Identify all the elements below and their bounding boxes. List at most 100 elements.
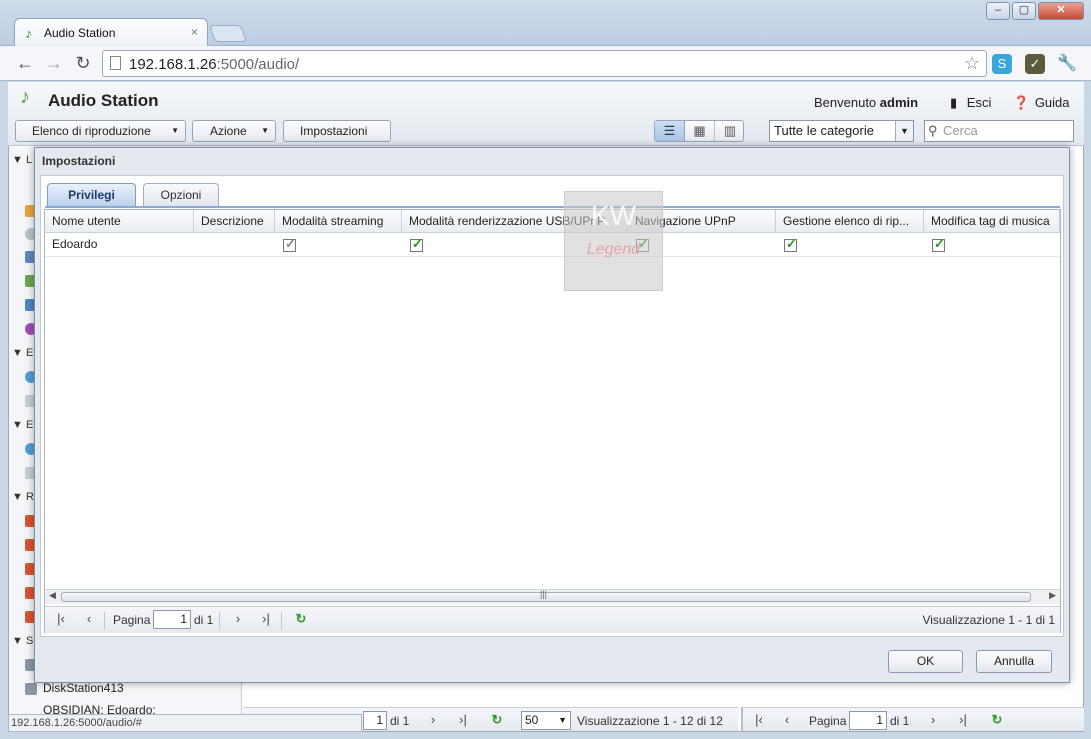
sidebar-section-label: L bbox=[25, 154, 33, 166]
cancel-button[interactable]: Annulla bbox=[976, 650, 1052, 673]
wrench-icon[interactable]: 🔧 bbox=[1057, 54, 1077, 74]
ok-button[interactable]: OK bbox=[888, 650, 963, 673]
sidebar-item-obsidian[interactable]: OBSIDIAN: Edoardo: bbox=[43, 703, 156, 714]
prev-page-icon[interactable]: ‹ bbox=[779, 712, 795, 727]
refresh-icon[interactable]: ↻ bbox=[989, 712, 1005, 728]
prev-page-icon[interactable]: ‹ bbox=[81, 611, 97, 626]
sidebar-section-radio[interactable]: ▼ R bbox=[12, 491, 34, 503]
help-link[interactable]: ❓ Guida bbox=[1013, 95, 1070, 111]
per-page-select[interactable]: 50 ▼ bbox=[521, 711, 571, 730]
scrollbar-thumb[interactable]: ||| bbox=[61, 589, 1031, 602]
next-page-icon[interactable]: › bbox=[230, 611, 246, 626]
page-input[interactable]: 1 bbox=[153, 610, 191, 629]
page-of-text: di 1 bbox=[390, 714, 410, 728]
audio-station-logo-icon: ♪ bbox=[20, 86, 30, 108]
page-input[interactable]: 1 bbox=[363, 711, 387, 730]
category-select[interactable]: Tutte le categorie ▼ bbox=[769, 120, 914, 142]
address-url: 192.168.1.26:5000/audio/ bbox=[129, 56, 299, 73]
close-tab-icon[interactable]: × bbox=[191, 25, 198, 39]
last-page-icon[interactable]: ›| bbox=[258, 611, 274, 626]
cover-flow-icon[interactable]: ▥ bbox=[715, 121, 745, 141]
next-page-icon[interactable]: › bbox=[425, 712, 441, 727]
forward-icon[interactable]: → bbox=[43, 52, 65, 74]
scroll-right-icon[interactable]: ▶ bbox=[1049, 590, 1056, 601]
sidebar-section-e1[interactable]: ▼ E bbox=[12, 347, 33, 359]
sidebar-section-library[interactable]: ▼ L bbox=[12, 154, 32, 166]
column-header-description[interactable]: Descrizione bbox=[194, 210, 275, 233]
logout-link[interactable]: ▮ Esci bbox=[950, 95, 991, 111]
queue-pager: |‹ ‹ Pagina 1 di 1 › ›| ↻ bbox=[741, 707, 1084, 731]
music-note-icon: ♪ bbox=[25, 25, 32, 41]
column-header-streaming[interactable]: Modalità streaming bbox=[275, 210, 402, 233]
search-placeholder: Cerca bbox=[943, 123, 978, 138]
next-page-icon[interactable]: › bbox=[925, 712, 941, 727]
maximize-button[interactable]: ▢ bbox=[1012, 2, 1036, 20]
reload-icon[interactable]: ↻ bbox=[72, 52, 94, 74]
sidebar-section-e2[interactable]: ▼ E bbox=[12, 419, 33, 431]
search-input[interactable]: ⚲ Cerca bbox=[924, 120, 1074, 142]
dialog-pager: |‹ ‹ Pagina 1 di 1 › ›| ↻ Visualizzazion… bbox=[45, 606, 1060, 633]
new-tab-button[interactable] bbox=[208, 25, 248, 42]
horizontal-scrollbar[interactable]: ◀ ||| ▶ bbox=[45, 589, 1060, 604]
playlist-dropdown-button[interactable]: Elenco di riproduzione ▼ bbox=[15, 120, 186, 142]
sidebar-section-servers[interactable]: ▼ S bbox=[12, 635, 33, 647]
divider bbox=[104, 612, 105, 629]
dialog-title: Impostazioni bbox=[42, 154, 116, 168]
first-page-icon[interactable]: |‹ bbox=[53, 611, 69, 626]
grid-view-icon[interactable]: ▦ bbox=[685, 121, 715, 141]
extension-icon[interactable]: ✓ bbox=[1025, 54, 1045, 74]
action-dropdown-button[interactable]: Azione ▼ bbox=[192, 120, 276, 142]
column-header-username[interactable]: Nome utente bbox=[45, 210, 194, 233]
sidebar-item-diskstation[interactable]: DiskStation413 bbox=[43, 681, 124, 695]
help-label: Guida bbox=[1034, 95, 1070, 110]
tab-options[interactable]: Opzioni bbox=[143, 183, 219, 206]
chevron-down-icon: ▼ bbox=[558, 715, 567, 725]
back-icon[interactable]: ← bbox=[14, 52, 36, 74]
playlist-management-checkbox[interactable] bbox=[784, 236, 797, 252]
tab-divider bbox=[45, 206, 1060, 208]
logout-icon: ▮ bbox=[950, 95, 958, 110]
chevron-down-icon: ▼ bbox=[261, 126, 269, 135]
playlist-label: Elenco di riproduzione bbox=[32, 124, 151, 138]
welcome-text: Benvenuto admin bbox=[814, 95, 918, 110]
page-of-text: di 1 bbox=[194, 613, 214, 627]
address-bar[interactable]: 192.168.1.26:5000/audio/ ☆ bbox=[102, 50, 987, 77]
page-icon bbox=[110, 56, 121, 70]
search-icon: ⚲ bbox=[928, 123, 938, 138]
streaming-checkbox[interactable] bbox=[283, 236, 296, 252]
list-view-icon[interactable]: ☰ bbox=[655, 121, 685, 141]
usb-upnp-checkbox[interactable] bbox=[410, 236, 423, 252]
watermark-top: KW bbox=[590, 200, 637, 231]
scroll-left-icon[interactable]: ◀ bbox=[49, 590, 56, 601]
bookmark-star-icon[interactable]: ☆ bbox=[964, 53, 980, 74]
browser-status-url: 192.168.1.26:5000/audio/# bbox=[8, 714, 362, 732]
refresh-icon[interactable]: ↻ bbox=[489, 712, 505, 728]
settings-button[interactable]: Impostazioni bbox=[283, 120, 391, 142]
page-input[interactable]: 1 bbox=[849, 711, 887, 730]
skype-extension-icon[interactable]: S bbox=[992, 54, 1012, 74]
first-page-icon[interactable]: |‹ bbox=[751, 712, 767, 727]
divider bbox=[219, 612, 220, 629]
tab-privileges[interactable]: Privilegi bbox=[47, 183, 136, 206]
refresh-icon[interactable]: ↻ bbox=[293, 611, 309, 627]
display-count: Visualizzazione 1 - 1 di 1 bbox=[922, 613, 1055, 627]
column-header-playlist-management[interactable]: Gestione elenco di rip... bbox=[776, 210, 924, 233]
sidebar-section-label: S bbox=[25, 635, 34, 647]
grip-icon: ||| bbox=[540, 589, 548, 599]
category-value: Tutte le categorie bbox=[774, 123, 874, 138]
tag-edit-checkbox[interactable] bbox=[932, 236, 945, 252]
view-switcher: ☰ ▦ ▥ bbox=[654, 120, 744, 142]
watermark-logo: KW Legend bbox=[564, 191, 663, 291]
column-header-tag-edit[interactable]: Modifica tag di musica bbox=[924, 210, 1060, 233]
close-window-button[interactable]: ✕ bbox=[1038, 2, 1084, 20]
settings-dialog: Impostazioni Privilegi Opzioni Nome uten… bbox=[34, 147, 1070, 683]
url-host: 192.168.1.26 bbox=[129, 56, 217, 73]
table-row[interactable]: Edoardo bbox=[45, 233, 1060, 257]
username-cell: Edoardo bbox=[52, 237, 98, 251]
page-label: Pagina bbox=[113, 613, 151, 627]
last-page-icon[interactable]: ›| bbox=[955, 712, 971, 727]
sidebar-section-label: E bbox=[25, 347, 34, 359]
last-page-icon[interactable]: ›| bbox=[455, 712, 471, 727]
browser-tab[interactable]: ♪ Audio Station × bbox=[14, 18, 208, 46]
minimize-button[interactable]: ‒ bbox=[986, 2, 1010, 20]
